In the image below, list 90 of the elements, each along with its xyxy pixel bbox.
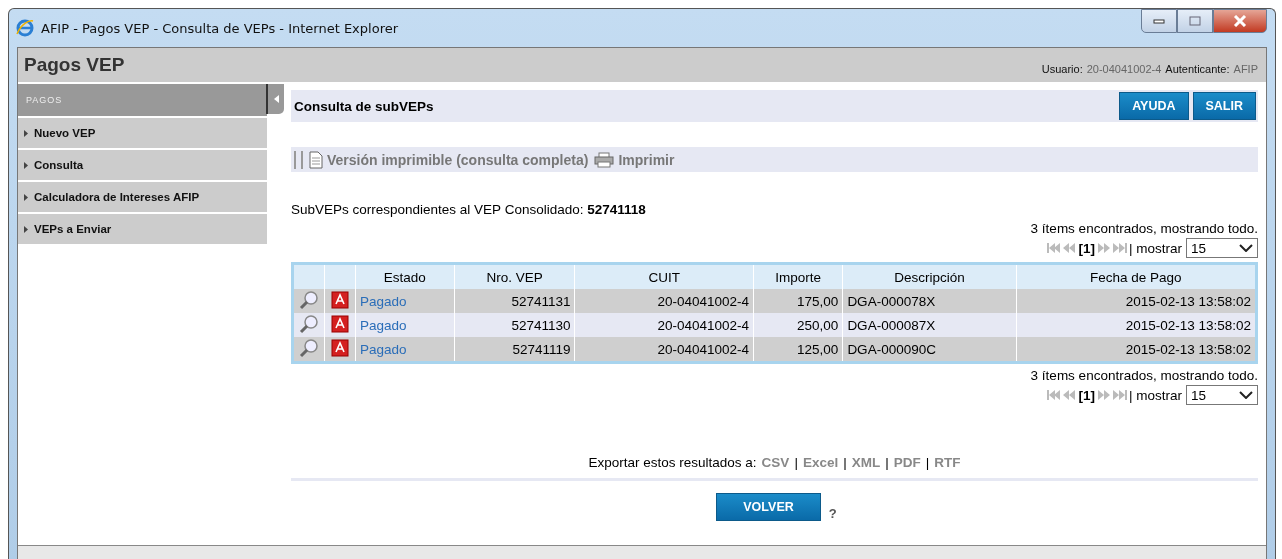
page-size-select[interactable]: 15 — [1186, 385, 1258, 405]
last-page-icon[interactable] — [1113, 242, 1127, 254]
help-link[interactable]: ? — [828, 506, 837, 521]
table-cell: 20-04041002-4 — [574, 337, 754, 363]
column-header: Descripción — [842, 263, 1017, 289]
first-page-icon[interactable] — [1046, 242, 1061, 254]
magnifier-icon[interactable] — [299, 289, 319, 310]
column-header: Nro. VEP — [454, 263, 575, 289]
print-link[interactable]: Imprimir — [594, 151, 675, 168]
maximize-icon — [1189, 16, 1201, 26]
separator: | — [885, 455, 889, 470]
next-page-icon[interactable] — [1097, 242, 1111, 254]
export-label: Exportar estos resultados a: — [588, 455, 757, 470]
intro-text: SubVEPs correspondientes al VEP Consolidado: 52741118 — [291, 202, 647, 217]
minimize-button[interactable] — [1141, 9, 1177, 33]
caret-icon — [24, 161, 28, 169]
table-cell: 175,00 — [753, 289, 843, 313]
pdf-icon[interactable] — [331, 314, 349, 333]
magnifier-icon[interactable] — [299, 313, 319, 334]
table-cell: DGA-000078X — [842, 289, 1017, 313]
auth-label: Autenticante: — [1165, 63, 1230, 75]
sidebar-item[interactable]: VEPs a Enviar — [18, 214, 267, 244]
separator: | — [925, 455, 930, 470]
close-button[interactable] — [1213, 9, 1267, 33]
close-icon — [1233, 15, 1247, 27]
header-button[interactable]: SALIR — [1192, 92, 1256, 120]
sidebar-title: PAGOS — [26, 95, 63, 105]
maximize-button[interactable] — [1177, 9, 1213, 33]
caret-icon — [24, 129, 28, 137]
page-size-select[interactable]: 15 — [1186, 238, 1258, 258]
minimize-icon — [1153, 18, 1165, 24]
sidebar-item[interactable]: Calculadora de Intereses AFIP — [18, 182, 267, 212]
magnifier-icon[interactable] — [299, 337, 319, 358]
table-cell: 52741131 — [454, 289, 575, 313]
caret-icon — [24, 225, 28, 233]
export-link[interactable]: XML — [851, 455, 881, 470]
export-link[interactable]: PDF — [893, 455, 921, 470]
next-page-icon[interactable] — [1097, 389, 1111, 401]
table-cell: 2015-02-13 13:58:02 — [1016, 313, 1257, 337]
page-number[interactable]: [1] — [1078, 387, 1095, 403]
table-cell: 125,00 — [753, 337, 843, 363]
separator: | — [843, 455, 847, 470]
export-link[interactable]: Excel — [802, 455, 839, 470]
app-title: Pagos VEP — [24, 54, 125, 76]
printable-version-link[interactable]: Versión imprimible (consulta completa) — [309, 150, 589, 169]
table-cell: 20-04041002-4 — [574, 313, 754, 337]
first-page-icon[interactable] — [1046, 389, 1061, 401]
table-cell: 2015-02-13 13:58:02 — [1016, 337, 1257, 363]
window-title: AFIP - Pagos VEP - Consulta de VEPs - Internet Explorer — [41, 20, 399, 36]
toolbar-grip — [294, 150, 303, 169]
previous-page-icon[interactable] — [1062, 242, 1077, 254]
sidebar-item[interactable]: Consulta — [18, 150, 267, 180]
browser-logo-icon — [15, 18, 35, 38]
results-summary: 3 ítems encontrados, mostrando todo. — [1029, 221, 1258, 236]
column-header: Estado — [355, 263, 455, 289]
export-link[interactable]: CSV — [761, 455, 790, 470]
page-number[interactable]: [1] — [1078, 240, 1095, 256]
printer-icon — [594, 151, 615, 168]
page-size-label: | mostrar — [1129, 387, 1182, 403]
user-label: Usuario: — [1041, 63, 1083, 75]
export-link[interactable]: RTF — [934, 455, 961, 470]
chevron-down-icon — [1239, 391, 1253, 399]
table-cell: 2015-02-13 13:58:02 — [1016, 289, 1257, 313]
table-cell: DGA-000090C — [842, 337, 1017, 363]
header-button[interactable]: AYUDA — [1119, 92, 1189, 120]
document-icon — [309, 150, 323, 169]
table-cell: 20-04041002-4 — [574, 289, 754, 313]
results-summary: 3 ítems encontrados, mostrando todo. — [1029, 368, 1258, 383]
auth-value: AFIP — [1233, 63, 1258, 75]
previous-page-icon[interactable] — [1062, 389, 1077, 401]
back-button[interactable]: VOLVER — [716, 493, 821, 521]
collapse-button[interactable] — [266, 84, 284, 114]
table-cell: 52741119 — [454, 337, 575, 363]
last-page-icon[interactable] — [1113, 389, 1127, 401]
pdf-icon[interactable] — [331, 290, 349, 309]
page-title: Consulta de subVEPs — [294, 98, 434, 114]
table-cell: DGA-000087X — [842, 313, 1017, 337]
page-size-label: | mostrar — [1129, 240, 1182, 256]
sidebar-item[interactable]: Nuevo VEP — [18, 118, 267, 148]
user-id: 20-04041002-4 — [1086, 63, 1162, 75]
caret-icon — [273, 95, 279, 103]
column-header: Fecha de Pago — [1016, 263, 1257, 289]
separator: | — [794, 455, 798, 470]
column-header: CUIT — [574, 263, 754, 289]
table-cell: 52741130 — [454, 313, 575, 337]
column-header: Importe — [753, 263, 843, 289]
table-cell: 250,00 — [753, 313, 843, 337]
chevron-down-icon — [1239, 244, 1253, 252]
caret-icon — [24, 193, 28, 201]
pdf-icon[interactable] — [331, 338, 349, 357]
